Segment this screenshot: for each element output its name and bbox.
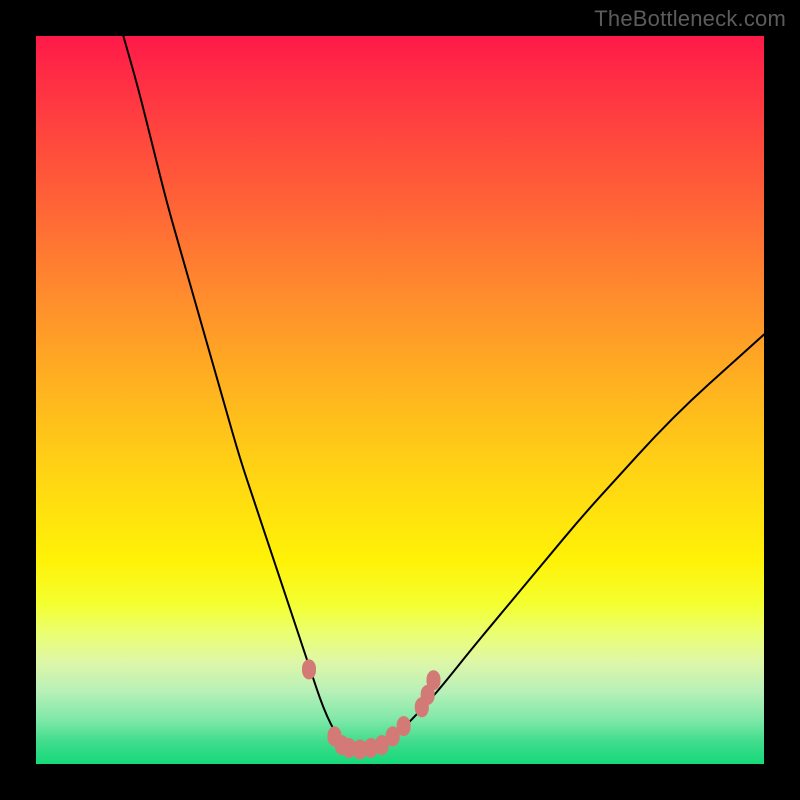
watermark-text: TheBottleneck.com: [594, 6, 786, 32]
curve-marker: [426, 670, 440, 690]
curve-marker: [397, 716, 411, 736]
curve-markers: [302, 659, 440, 759]
chart-container: TheBottleneck.com: [0, 0, 800, 800]
curve-marker: [302, 659, 316, 679]
curve-line: [123, 36, 764, 749]
plot-area: [36, 36, 764, 764]
bottleneck-curve: [36, 36, 764, 764]
